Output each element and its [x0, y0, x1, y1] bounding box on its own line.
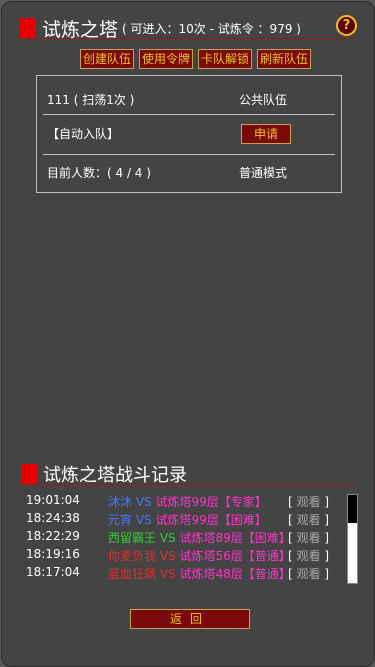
- log-matchup: 你麦负我 VS 试炼塔56层【普通】: [108, 547, 291, 564]
- team-name: 111 ( 扫荡1次 ): [47, 93, 135, 107]
- tower-level: 试炼塔99层【专家】: [155, 495, 267, 509]
- tower-level: 试炼塔89层【困难】: [179, 531, 291, 545]
- help-icon[interactable]: ?: [336, 15, 357, 36]
- create-team-button[interactable]: 创建队伍: [80, 49, 135, 69]
- player-name: 蓝血狂飙: [108, 567, 157, 581]
- player-name: 你麦负我: [108, 549, 157, 563]
- player-name: 西留霸王: [108, 531, 157, 545]
- vs-label: VS: [132, 513, 156, 527]
- log-entry: 18:17:04 蓝血狂飙 VS 试炼塔48层【普通】 [ 观看 ]: [26, 565, 336, 583]
- watch-link[interactable]: [ 观看 ]: [288, 565, 329, 582]
- entry-info: ( 可进入：10次 - 试炼令 ：979 ): [122, 22, 301, 36]
- team-type: 公共队伍: [239, 93, 288, 107]
- battle-log: 19:01:04 沐沐 VS 试炼塔99层【专家】 [ 观看 ] 18:24:3…: [26, 493, 336, 583]
- team-mode: 普通模式: [239, 166, 288, 180]
- log-matchup: 蓝血狂飙 VS 试炼塔48层【普通】: [108, 565, 291, 582]
- scrollbar-thumb[interactable]: [348, 495, 357, 523]
- log-time: 19:01:04: [26, 493, 80, 507]
- vs-label: VS: [132, 495, 156, 509]
- tower-level: 试炼塔56层【普通】: [179, 549, 291, 563]
- auto-join-row: 【自动入队】: [47, 125, 335, 142]
- auto-join-label: 【自动入队】: [47, 127, 120, 141]
- watch-link[interactable]: [ 观看 ]: [288, 547, 329, 564]
- log-time: 18:22:29: [26, 529, 80, 543]
- tower-level: 试炼塔48层【普通】: [179, 567, 291, 581]
- use-token-button[interactable]: 使用令牌: [139, 49, 194, 69]
- log-entry: 18:24:38 元宵 VS 试炼塔99层【困难】 [ 观看 ]: [26, 511, 336, 529]
- red-marker-icon: [21, 463, 37, 485]
- log-matchup: 沐沐 VS 试炼塔99层【专家】: [108, 493, 267, 510]
- vs-label: VS: [156, 549, 180, 563]
- log-entry: 18:19:16 你麦负我 VS 试炼塔56层【普通】 [ 观看 ]: [26, 547, 336, 565]
- member-count: 目前人数：( 4 / 4 ): [47, 166, 151, 180]
- player-name: 元宵: [108, 513, 133, 527]
- log-time: 18:19:16: [26, 547, 80, 561]
- watch-link[interactable]: [ 观看 ]: [288, 493, 329, 510]
- vs-label: VS: [156, 567, 180, 581]
- log-entry: 19:01:04 沐沐 VS 试炼塔99层【专家】 [ 观看 ]: [26, 493, 336, 511]
- log-scrollbar[interactable]: [347, 494, 358, 584]
- log-matchup: 元宵 VS 试炼塔99层【困难】: [108, 511, 267, 528]
- apply-button[interactable]: 申请: [241, 124, 291, 144]
- vs-label: VS: [156, 531, 180, 545]
- player-name: 沐沐: [108, 495, 133, 509]
- log-time: 18:24:38: [26, 511, 80, 525]
- log-divider: [20, 484, 354, 485]
- team-info-box: 111 ( 扫荡1次 ) 公共队伍 【自动入队】 申请 目前人数：( 4 / 4…: [36, 75, 342, 193]
- unlock-team-button[interactable]: 卡队解锁: [198, 49, 253, 69]
- divider: [43, 154, 335, 155]
- log-matchup: 西留霸王 VS 试炼塔89层【困难】: [108, 529, 291, 546]
- log-entry: 18:22:29 西留霸王 VS 试炼塔89层【困难】 [ 观看 ]: [26, 529, 336, 547]
- watch-link[interactable]: [ 观看 ]: [288, 529, 329, 546]
- action-buttons: 创建队伍 使用令牌 卡队解锁 刷新队伍: [80, 49, 312, 69]
- team-row: 111 ( 扫荡1次 ) 公共队伍: [47, 91, 335, 108]
- main-panel: 试炼之塔 ( 可进入：10次 - 试炼令 ：979 ) ? 创建队伍 使用令牌 …: [1, 1, 375, 667]
- log-time: 18:17:04: [26, 565, 80, 579]
- watch-link[interactable]: [ 观看 ]: [288, 511, 329, 528]
- back-button[interactable]: 返回: [130, 609, 250, 629]
- tower-level: 试炼塔99层【困难】: [155, 513, 267, 527]
- refresh-team-button[interactable]: 刷新队伍: [257, 49, 312, 69]
- red-marker-icon: [20, 18, 36, 39]
- divider: [43, 114, 335, 115]
- member-row: 目前人数：( 4 / 4 ) 普通模式: [47, 164, 335, 181]
- header-divider: [20, 38, 354, 39]
